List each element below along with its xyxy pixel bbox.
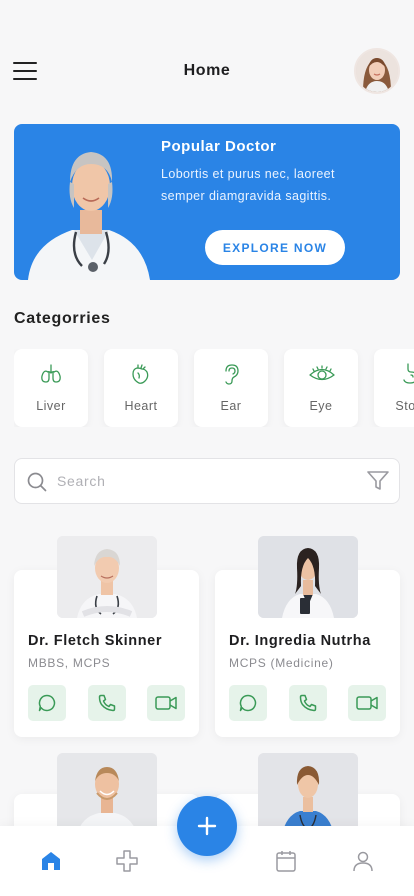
filter-icon[interactable]: [367, 471, 389, 491]
chat-icon: [38, 694, 56, 712]
stomach-icon: [403, 363, 414, 384]
app-header: Home: [0, 48, 414, 94]
doctor-photo: [57, 536, 157, 618]
add-button[interactable]: [177, 796, 237, 856]
tab-profile[interactable]: [350, 848, 376, 874]
profile-icon: [353, 851, 373, 872]
doctor-photo: [258, 536, 358, 618]
medical-cross-icon: [116, 850, 138, 872]
tab-calendar[interactable]: [273, 848, 299, 874]
category-label: Liver: [36, 399, 66, 413]
video-icon: [155, 696, 177, 710]
category-stomach[interactable]: Stom: [374, 349, 414, 427]
tab-medical[interactable]: [114, 848, 140, 874]
user-avatar[interactable]: [354, 48, 400, 94]
explore-now-button[interactable]: EXPLORE NOW: [205, 230, 345, 265]
banner-description: Lobortis et purus nec, laoreet semper di…: [161, 167, 335, 203]
categories-title: Categorries: [14, 310, 111, 327]
category-label: Ear: [220, 399, 242, 413]
call-button[interactable]: [88, 685, 126, 721]
heart-organ-icon: [132, 364, 149, 384]
search-icon: [27, 472, 47, 492]
category-eye[interactable]: Eye: [284, 349, 358, 427]
search-input[interactable]: [57, 469, 347, 493]
phone-icon: [98, 694, 116, 712]
doctor-name: Dr. Fletch Skinner: [28, 633, 163, 649]
category-liver[interactable]: Liver: [14, 349, 88, 427]
category-label: Eye: [309, 399, 333, 413]
video-call-button[interactable]: [147, 685, 185, 721]
search-bar: [14, 458, 400, 504]
doctor-specialty: MBBS, MCPS: [28, 656, 111, 670]
categories-list: Liver Heart Ear Eye Stom: [14, 349, 414, 427]
category-label: Heart: [124, 399, 158, 413]
tab-home[interactable]: [38, 848, 64, 874]
chat-icon: [239, 694, 257, 712]
category-heart[interactable]: Heart: [104, 349, 178, 427]
doctor-name: Dr. Ingredia Nutrha: [229, 633, 371, 649]
doctor-photo: [258, 753, 358, 835]
add-icon: [197, 816, 217, 836]
video-icon: [356, 696, 378, 710]
phone-icon: [299, 694, 317, 712]
category-ear[interactable]: Ear: [194, 349, 268, 427]
category-label: Stom: [395, 399, 414, 413]
popular-doctor-banner: Popular Doctor Lobortis et purus nec, la…: [14, 124, 400, 280]
banner-title: Popular Doctor: [161, 138, 277, 155]
banner-doctor-image: [14, 124, 164, 280]
doctor-specialty: MCPS (Medicine): [229, 656, 334, 670]
eye-icon: [309, 365, 335, 381]
page-title: Home: [183, 62, 231, 79]
calendar-icon: [276, 851, 296, 872]
lungs-icon: [41, 364, 61, 383]
home-icon: [42, 852, 60, 870]
video-call-button[interactable]: [348, 685, 386, 721]
chat-button[interactable]: [229, 685, 267, 721]
call-button[interactable]: [289, 685, 327, 721]
ear-icon: [225, 364, 239, 385]
doctor-photo: [57, 753, 157, 835]
chat-button[interactable]: [28, 685, 66, 721]
